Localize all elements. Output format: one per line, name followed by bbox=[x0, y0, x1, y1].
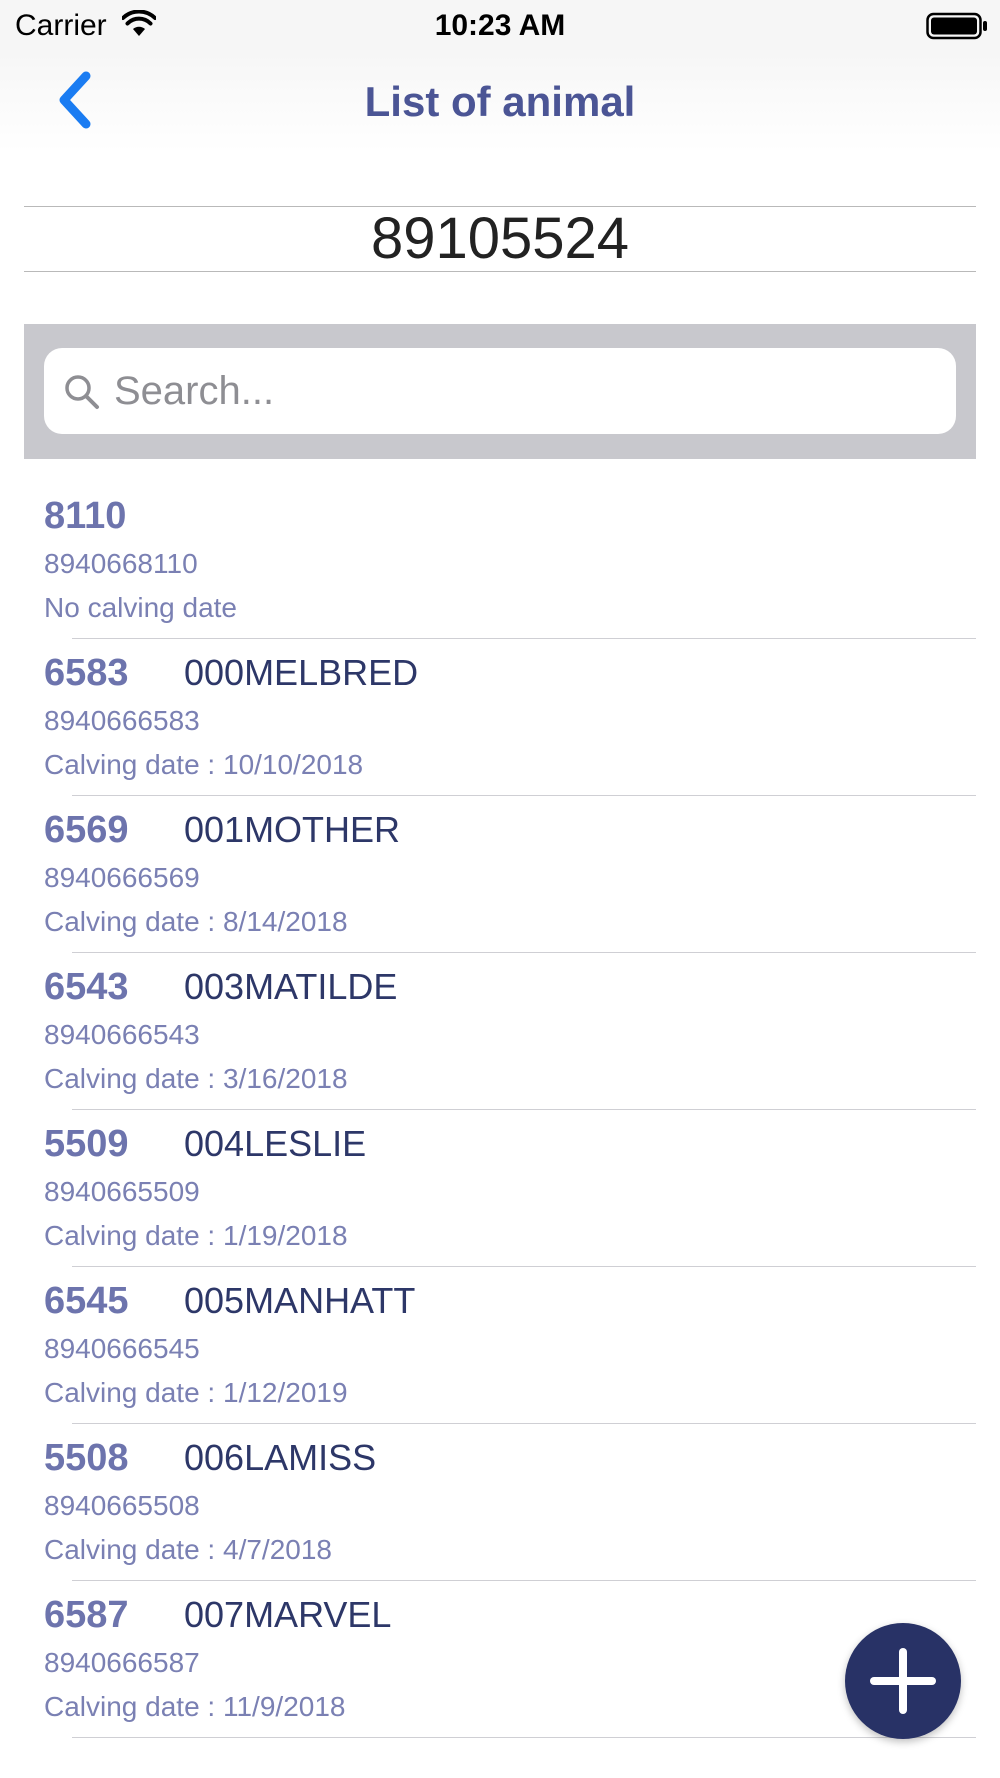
page-title: List of animal bbox=[364, 78, 636, 125]
status-bar: Carrier 10:23 AM bbox=[0, 0, 1000, 52]
plus-icon bbox=[870, 1648, 936, 1714]
animal-number: 6569 bbox=[44, 809, 129, 851]
nav-bar: List of animal bbox=[0, 52, 1000, 152]
animal-name: 007MARVEL bbox=[184, 1594, 392, 1635]
animal-number: 5508 bbox=[44, 1437, 129, 1479]
search-bar bbox=[24, 324, 976, 459]
animal-tag: 8940666583 bbox=[44, 705, 200, 736]
animal-name: 004LESLIE bbox=[184, 1123, 367, 1164]
search-input[interactable] bbox=[114, 348, 934, 434]
animal-number: 6583 bbox=[44, 652, 129, 694]
list-item[interactable]: 5508 006LAMISS 8940665508 Calving date :… bbox=[0, 1424, 1000, 1581]
animal-tag: 8940665509 bbox=[44, 1176, 200, 1207]
list-item[interactable]: 6569 001MOTHER 8940666569 Calving date :… bbox=[0, 796, 1000, 953]
search-field[interactable] bbox=[44, 348, 956, 434]
add-animal-button[interactable] bbox=[845, 1623, 961, 1739]
search-icon bbox=[65, 375, 99, 409]
animal-number: 6587 bbox=[44, 1594, 129, 1636]
calving-date: Calving date : 1/12/2019 bbox=[44, 1377, 348, 1408]
calving-date: Calving date : 11/9/2018 bbox=[44, 1691, 346, 1722]
animal-tag: 8940666543 bbox=[44, 1019, 200, 1050]
animal-number: 6543 bbox=[44, 966, 129, 1008]
animal-tag: 8940666545 bbox=[44, 1333, 200, 1364]
list-item[interactable]: 5509 004LESLIE 8940665509 Calving date :… bbox=[0, 1110, 1000, 1267]
animal-tag: 8940666587 bbox=[44, 1647, 200, 1678]
animal-name: 000MELBRED bbox=[184, 652, 419, 693]
herd-number-field[interactable]: 89105524 bbox=[24, 206, 976, 272]
animal-number: 5509 bbox=[44, 1123, 129, 1165]
list-item[interactable]: 6545 005MANHATT 8940666545 Calving date … bbox=[0, 1267, 1000, 1424]
calving-date: Calving date : 8/14/2018 bbox=[44, 906, 348, 937]
animal-tag: 8940668110 bbox=[44, 548, 198, 579]
status-time: 10:23 AM bbox=[434, 9, 566, 42]
animal-name: 003MATILDE bbox=[184, 966, 398, 1007]
list-item[interactable]: 6583 000MELBRED 8940666583 Calving date … bbox=[0, 639, 1000, 796]
screen: Carrier 10:23 AM List of animal 89105524 bbox=[0, 0, 1000, 1778]
calving-date: Calving date : 1/19/2018 bbox=[44, 1220, 348, 1251]
animal-number: 6545 bbox=[44, 1280, 129, 1322]
list-item[interactable]: 8110 8940668110 No calving date bbox=[0, 482, 1000, 639]
calving-date: Calving date : 3/16/2018 bbox=[44, 1063, 348, 1094]
calving-date: No calving date bbox=[44, 592, 238, 623]
list-item[interactable]: 6543 003MATILDE 8940666543 Calving date … bbox=[0, 953, 1000, 1110]
battery-icon bbox=[926, 12, 987, 40]
animal-name: 005MANHATT bbox=[184, 1280, 416, 1321]
animal-name: 006LAMISS bbox=[184, 1437, 377, 1478]
animal-tag: 8940666569 bbox=[44, 862, 200, 893]
animal-number: 8110 bbox=[44, 495, 127, 537]
animal-list: 8110 8940668110 No calving date 6583 000… bbox=[0, 482, 1000, 1738]
animal-name: 001MOTHER bbox=[184, 809, 401, 850]
animal-tag: 8940665508 bbox=[44, 1490, 200, 1521]
calving-date: Calving date : 10/10/2018 bbox=[44, 749, 364, 780]
calving-date: Calving date : 4/7/2018 bbox=[44, 1534, 332, 1565]
